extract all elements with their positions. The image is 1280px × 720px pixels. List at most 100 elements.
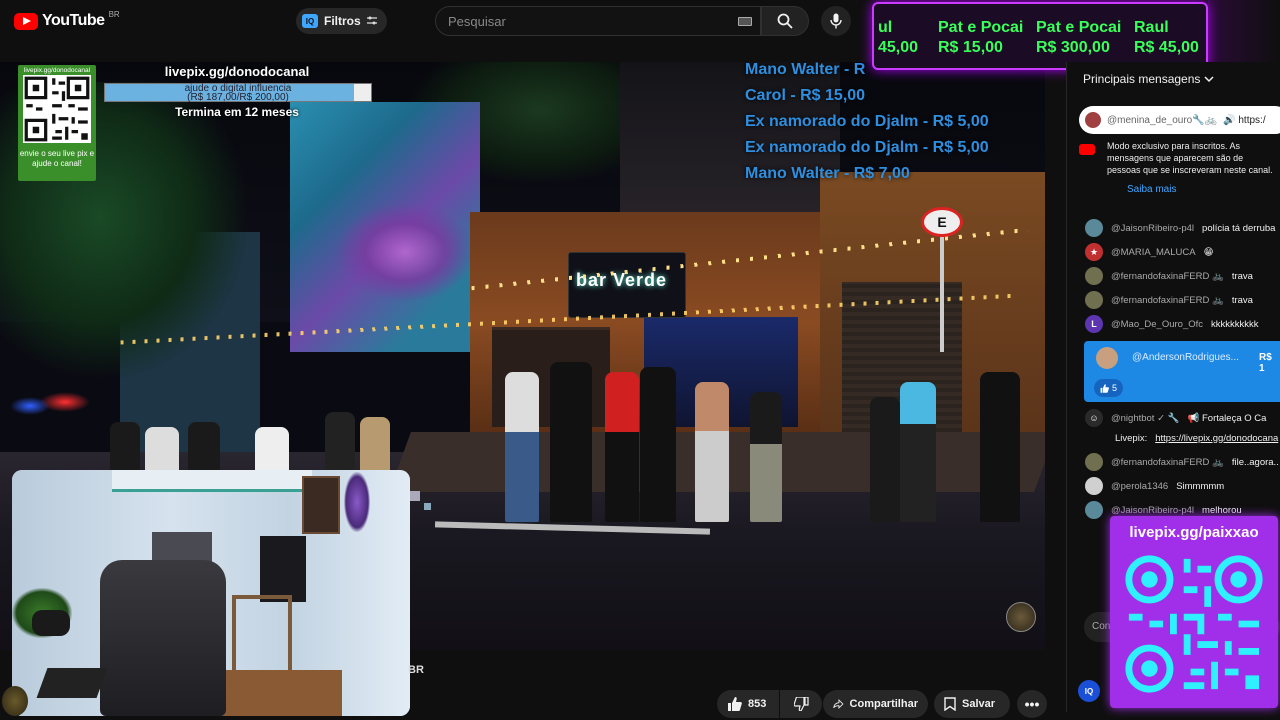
webcam-ceiling [112,470,312,492]
donation-banner: ul 45,00 Pat e Pocai R$ 15,00 Pat e Poca… [872,2,1208,70]
chat-author[interactable]: @fernandofaxinaFERD 🚲 [1111,271,1224,282]
channel-watermark-logo[interactable] [1006,602,1036,632]
chat-author[interactable]: @fernandofaxinaFERD 🚲 [1111,295,1224,306]
iq-badge-icon: IQ [302,14,318,28]
thumbs-up-icon [1100,383,1109,393]
pixel-glitch [424,503,431,510]
dislike-button[interactable] [780,690,822,718]
chat-message: @perola1346 Simmmmm [1085,476,1280,496]
webcam-headphones [32,610,70,636]
chat-text: file..agora.. [1231,456,1279,468]
chat-text: kkkkkkkkkk [1211,318,1259,330]
chat-message: ☺ @nightbot ✓ 🔧 📢 Fortaleça O Ca [1085,408,1280,428]
video-scene-graffiti [335,202,475,302]
chat-text: trava [1231,270,1253,282]
donation-banner-glow [1208,0,1280,70]
learn-more-link[interactable]: Saiba mais [1127,184,1176,195]
chat-author[interactable]: @fernandofaxinaFERD 🚲 [1111,457,1224,468]
donation-amount: R$ 300,00 [1036,39,1110,56]
no-parking-sign: E [921,207,963,237]
chat-author[interactable]: @perola1346 [1111,481,1168,492]
search-input[interactable]: Pesquisar [435,6,761,36]
super-chat-message[interactable]: @AndersonRodrigues... R$ 1 5 [1084,341,1280,402]
chat-text: trava [1231,294,1253,306]
logo-region: BR [108,9,120,19]
qr-code-icon [1122,552,1266,696]
sliders-icon [366,16,377,25]
voice-search-button[interactable] [821,6,851,36]
avatar [1085,267,1103,285]
recent-donors-overlay: Mano Walter - R Carol - R$ 15,00 Ex namo… [745,62,1045,187]
avatar [1085,477,1103,495]
chat-text: 😁 [1203,246,1214,258]
search-icon [777,13,793,29]
channel-badge-icon [2,686,28,716]
chat-message: Livepix: https://livepix.gg/donodocana [1115,428,1280,448]
chat-text: polícia tá derruba [1202,222,1276,234]
avatar [1085,453,1103,471]
chat-author[interactable]: @nightbot ✓ 🔧 [1111,413,1180,424]
donor-name: ul [878,19,893,36]
save-button[interactable]: Salvar [934,690,1010,718]
donor-entry: Ex namorado do Djalm - R$ 5,00 [745,113,989,130]
person [505,372,539,522]
iq-badge-icon[interactable]: IQ [1078,680,1100,702]
chat-author[interactable]: @JaisonRibeiro-p4l [1111,223,1194,234]
person [550,362,592,522]
chat-message: @fernandofaxinaFERD 🚲 file..agora.. [1085,452,1280,472]
share-group: Compartilhar [823,690,928,718]
livepix-caption: envie o seu live pix e ajude o canal! [19,149,95,168]
webcam-keyboard [36,668,108,698]
avatar: ☺ [1085,409,1103,427]
avatar [1085,501,1103,519]
webcam-overlay [12,470,410,716]
webcam-chair [100,560,226,716]
chat-link[interactable]: https://livepix.gg/donodocana [1155,433,1278,444]
more-actions-button[interactable]: ••• [1017,690,1047,718]
person [900,382,936,522]
like-dislike-group: 853 [717,690,822,718]
goal-amount: (R$ 187,00/R$ 200,00) [187,92,289,103]
chat-mode-dropdown[interactable]: Principais mensagens [1083,72,1214,86]
chat-author[interactable]: @Mao_De_Ouro_Ofc [1111,319,1203,330]
person [870,397,900,522]
donor-name: Raul [1134,19,1169,36]
livepix-qr-url: livepix.gg/donodocanal [23,67,91,74]
super-chat-likes[interactable]: 5 [1094,379,1124,397]
chat-message: @fernandofaxinaFERD 🚲 trava [1085,290,1280,310]
youtube-logo[interactable]: YouTube BR [14,9,120,30]
donation-amount: R$ 45,00 [1134,39,1199,56]
donation-cell: ul 45,00 [878,18,918,58]
microphone-icon [830,13,842,29]
donor-name: Pat e Pocai [1036,19,1122,36]
share-icon [833,699,844,709]
chat-author[interactable]: @JaisonRibeiro-p4l [1111,505,1194,516]
thumbs-up-icon [728,697,742,711]
like-count: 853 [748,698,767,710]
avatar [1085,219,1103,237]
livepix-qr-panel-right: livepix.gg/paixxao [1110,516,1278,708]
livepix-qr-panel: livepix.gg/donodocanal envie o seu live … [18,65,96,181]
donation-cell: Pat e Pocai R$ 15,00 [938,18,1023,58]
chat-message: @JaisonRibeiro-p4l polícia tá derruba [1085,218,1280,238]
person [640,367,676,522]
goal-end-text: Termina em 12 meses [175,105,299,119]
like-button[interactable]: 853 [717,690,779,718]
chat-author[interactable]: @MARIA_MALUCA [1111,247,1196,258]
donation-amount: 45,00 [878,39,919,56]
share-button[interactable]: Compartilhar [823,690,928,718]
pinned-message[interactable]: @menina_de_ouro🔧🚲 🔊 https:/ [1079,106,1280,134]
save-group: Salvar [934,690,1010,718]
donation-amount: R$ 15,00 [938,39,1003,56]
keyboard-icon[interactable] [738,17,752,26]
chat-message: @fernandofaxinaFERD 🚲 trava [1085,266,1280,286]
logo-text: YouTube [42,12,105,29]
donor-name: Pat e Pocai [938,19,1024,36]
avatar: L [1085,315,1103,333]
filter-button[interactable]: IQ Filtros [296,8,387,34]
pinned-author: @menina_de_ouro🔧🚲 [1107,114,1218,126]
donation-cell: Raul R$ 45,00 [1134,18,1199,58]
donor-entry: Ex namorado do Djalm - R$ 5,00 [745,139,989,156]
search-button[interactable] [761,6,809,36]
chat-text: 📢 Fortaleça O Ca [1187,412,1267,424]
